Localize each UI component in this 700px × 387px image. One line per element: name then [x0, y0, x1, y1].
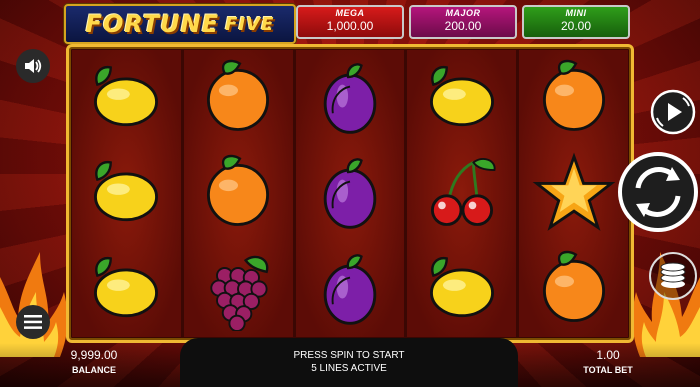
star-symbol: [532, 151, 616, 235]
grapes-symbol: [196, 247, 280, 332]
speaker-icon: [25, 59, 42, 73]
bet-settings-button[interactable]: [649, 252, 697, 300]
lemon-symbol: [84, 56, 168, 140]
reel-3: [295, 50, 405, 337]
jackpot-mega: MEGA 1,000.00: [296, 5, 404, 39]
lemon-icon: [94, 65, 159, 126]
orange-icon: [207, 155, 270, 227]
total-bet-label: TOTAL BET: [583, 365, 633, 375]
lemon-icon: [429, 65, 494, 126]
message-line-2: 5 LINES ACTIVE: [311, 363, 387, 374]
balance-display: 9,999.00 BALANCE: [58, 348, 130, 375]
plum-icon: [323, 63, 377, 134]
reel-4: [407, 50, 517, 337]
plum-icon: [323, 158, 377, 230]
jackpot-label: MINI: [565, 8, 587, 18]
flame-decoration-left: [0, 252, 68, 357]
lemon-icon: [429, 257, 494, 318]
balance-value: 9,999.00: [70, 348, 118, 362]
grapes-icon: [210, 256, 269, 332]
logo-word-fortune: FORTUNE: [85, 10, 220, 38]
orange-symbol: [196, 151, 280, 235]
orange-icon: [542, 59, 605, 131]
autoplay-icon: [650, 89, 696, 135]
jackpot-label: MEGA: [335, 8, 365, 18]
reel-5: [519, 50, 628, 337]
plum-icon: [323, 254, 377, 325]
jackpot-value: 1,000.00: [326, 19, 374, 33]
lemon-symbol: [420, 247, 504, 331]
total-bet-display[interactable]: 1.00 TOTAL BET: [578, 348, 638, 375]
plum-symbol: [308, 56, 392, 140]
reel-2: [183, 50, 293, 337]
orange-symbol: [196, 56, 280, 140]
hamburger-icon: [24, 315, 42, 329]
game-logo: FORTUNE FIVE: [64, 4, 296, 44]
balance-label: BALANCE: [72, 365, 116, 375]
star-icon: [532, 152, 615, 232]
lemon-icon: [94, 161, 159, 222]
orange-symbol: [532, 56, 616, 140]
reel-1: [72, 50, 181, 337]
jackpot-mini: MINI 20.00: [522, 5, 630, 39]
spin-arrows-icon: [618, 152, 698, 232]
jackpot-value: 200.00: [444, 19, 482, 33]
spin-button[interactable]: [616, 150, 700, 234]
message-line-1: PRESS SPIN TO START: [293, 350, 405, 361]
cherry-icon: [430, 158, 496, 227]
jackpot-value: 20.00: [560, 19, 592, 33]
orange-icon: [207, 59, 270, 131]
total-bet-value: 1.00: [596, 348, 620, 362]
sound-toggle-button[interactable]: [16, 49, 50, 83]
plum-symbol: [308, 247, 392, 331]
cherry-symbol: [420, 151, 504, 235]
menu-button[interactable]: [16, 305, 50, 339]
autoplay-button[interactable]: [649, 88, 697, 136]
reel-grid: [66, 44, 634, 343]
logo-word-five: FIVE: [225, 13, 275, 35]
orange-symbol: [532, 247, 616, 331]
jackpot-major: MAJOR 200.00: [409, 5, 517, 39]
plum-symbol: [308, 151, 392, 235]
lemon-symbol: [420, 56, 504, 140]
lemon-symbol: [84, 247, 168, 331]
lemon-icon: [94, 257, 159, 318]
lemon-symbol: [84, 151, 168, 235]
jackpot-label: MAJOR: [445, 8, 481, 18]
coin-stack-icon: [660, 262, 686, 288]
orange-icon: [542, 251, 605, 323]
